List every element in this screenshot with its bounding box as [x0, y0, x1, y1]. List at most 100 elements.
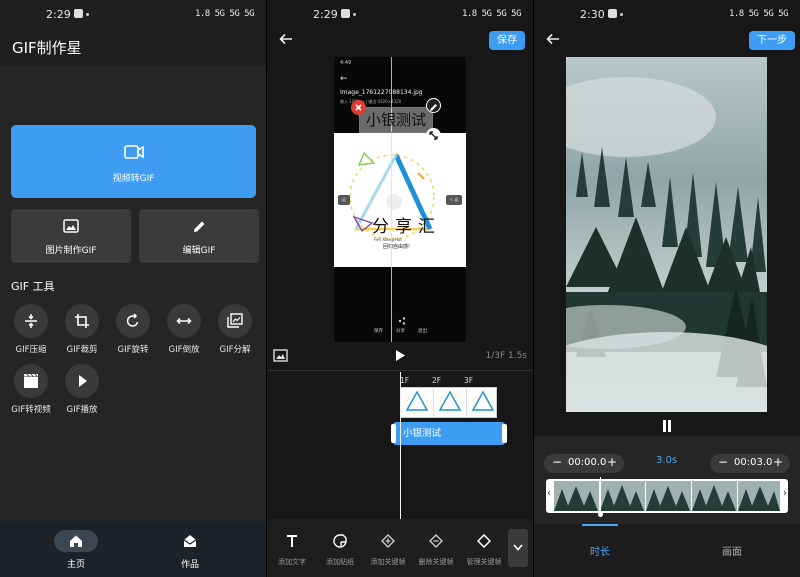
status-dot-icon: [620, 13, 623, 16]
tab-frame[interactable]: 画面: [722, 543, 742, 558]
image-icon: [63, 219, 79, 233]
toolbar-label: 添加关键帧: [370, 558, 406, 566]
compress-icon: [25, 314, 37, 328]
video-camera-icon: [124, 145, 144, 159]
image-icon[interactable]: [273, 349, 288, 362]
share-icon: [398, 317, 406, 325]
frame-thumbnail[interactable]: [467, 388, 499, 417]
tool-compress[interactable]: GIF压缩: [6, 304, 56, 355]
tool-label: GIF转视频: [11, 405, 51, 415]
end-time-value: 00:03.0: [734, 457, 773, 468]
frame-thumbnail[interactable]: [401, 388, 434, 417]
frame-thumbnails[interactable]: [400, 387, 497, 418]
add-keyframe-button[interactable]: 添加关键帧: [365, 533, 411, 567]
text-sticker[interactable]: 小银测试: [359, 107, 433, 133]
next-step-button[interactable]: 下一步: [749, 31, 795, 50]
nav-works-label: 作品: [180, 560, 199, 570]
tools-section-title: GIF 工具: [11, 280, 55, 293]
status-bar: 2:29 1.8 5G 5G 5G: [0, 0, 266, 28]
plus-icon[interactable]: +: [607, 455, 617, 469]
tool-split[interactable]: GIF分解: [210, 304, 260, 355]
playhead-dot[interactable]: [598, 512, 603, 517]
minus-icon[interactable]: −: [552, 455, 562, 469]
back-arrow-icon[interactable]: [279, 33, 293, 45]
tab-duration[interactable]: 时长: [590, 543, 610, 558]
timeline-playhead[interactable]: [400, 372, 401, 519]
nav-home-label: 主页: [66, 560, 85, 570]
track-left-handle[interactable]: [391, 424, 396, 443]
manage-keyframe-button[interactable]: 管理关键帧: [461, 533, 507, 567]
text-track[interactable]: 小银测试: [391, 422, 507, 445]
chevron-left-icon[interactable]: ‹: [547, 488, 551, 499]
end-time-stepper[interactable]: − 00:03.0 +: [710, 454, 790, 473]
tool-label: GIF裁剪: [66, 345, 98, 355]
video-to-gif-button[interactable]: 视频转GIF: [11, 125, 256, 198]
rotate-icon: [126, 313, 139, 327]
back-arrow-icon[interactable]: [546, 33, 560, 45]
chevron-right-icon[interactable]: ›: [783, 488, 787, 499]
home-screen: 2:29 1.8 5G 5G 5G GIF制作星 视频转GIF 图片制作GIF …: [0, 0, 266, 577]
preview-back-icon: ←: [340, 74, 348, 84]
active-tab-indicator: [582, 524, 618, 526]
preview-bottom-label: 退出: [418, 329, 427, 334]
duration-screen: 2:30 1.8 5G 5G 5G 下一步 − 00:00.0 + 3.0s −…: [534, 0, 800, 577]
add-sticker-button[interactable]: 添加贴纸: [317, 533, 363, 567]
video-filmstrip[interactable]: ‹ ›: [546, 477, 788, 517]
toolbar-expand-button[interactable]: [508, 529, 528, 567]
video-icon: [24, 373, 38, 388]
toolbar-label: 管理关键帧: [466, 558, 502, 566]
frame-thumbnail[interactable]: [434, 388, 467, 417]
frame-counter: 1/3F 1.5s: [485, 351, 527, 361]
nav-works[interactable]: 作品: [160, 530, 220, 570]
edit-gif-label: 编辑GIF: [182, 246, 216, 256]
forest-photo: [566, 57, 767, 412]
toolbar-label: 删除关键帧: [418, 558, 454, 566]
ruler-label: 3F: [464, 376, 474, 385]
preview-filename: Image_1761227088134.jpg: [340, 89, 423, 96]
notification-icon: [341, 9, 350, 18]
play-icon: [79, 375, 87, 387]
filmstrip-playhead[interactable]: [600, 477, 601, 515]
image-to-gif-label: 图片制作GIF: [45, 246, 97, 256]
duration-panel: − 00:00.0 + 3.0s − 00:03.0 + ‹ › 时长 画面: [534, 436, 800, 577]
split-icon: [227, 313, 243, 328]
plus-icon[interactable]: +: [773, 455, 783, 469]
preview-art-sub2: 回归自由感!: [383, 244, 411, 250]
tool-label: GIF分解: [219, 345, 251, 355]
tool-play[interactable]: GIF播放: [57, 364, 107, 415]
signal-icons: 1.8 5G 5G 5G: [461, 9, 522, 19]
resize-sticker-icon[interactable]: [426, 128, 441, 143]
minus-icon[interactable]: −: [718, 455, 728, 469]
duration-value: 3.0s: [656, 455, 678, 466]
preview-side-left: 返: [338, 195, 350, 205]
edit-gif-button[interactable]: 编辑GIF: [139, 209, 259, 263]
ruler-label: 1F: [400, 376, 410, 385]
edit-toolbar: 添加文字 添加贴纸 添加关键帧 删除关键帧 管理关键帧: [267, 519, 533, 577]
edit-sticker-icon[interactable]: [426, 98, 441, 113]
pause-icon[interactable]: [662, 420, 672, 432]
keyframe-remove-icon: [429, 534, 443, 548]
image-to-gif-button[interactable]: 图片制作GIF: [11, 209, 131, 263]
delete-keyframe-button[interactable]: 删除关键帧: [413, 533, 459, 567]
play-icon[interactable]: [394, 349, 406, 362]
tool-rotate[interactable]: GIF旋转: [108, 304, 158, 355]
filmstrip-frames: [554, 481, 780, 511]
tool-reverse[interactable]: GIF倒放: [159, 304, 209, 355]
inbox-icon: [183, 535, 197, 547]
tool-to-video[interactable]: GIF转视频: [6, 364, 56, 415]
signal-icons: 1.8 5G 5G 5G: [728, 9, 789, 19]
save-button[interactable]: 保存: [489, 31, 525, 50]
start-time-stepper[interactable]: − 00:00.0 +: [544, 454, 624, 473]
tool-crop[interactable]: GIF裁剪: [57, 304, 107, 355]
notification-icon: [74, 9, 83, 18]
crop-icon: [75, 314, 89, 328]
delete-sticker-icon[interactable]: [351, 100, 366, 115]
nav-home[interactable]: 主页: [46, 530, 106, 570]
home-content: 视频转GIF 图片制作GIF 编辑GIF GIF 工具 GIF压缩 GIF裁剪: [0, 66, 266, 522]
preview-side-right: < 返: [446, 195, 462, 205]
status-bar: 2:29 1.8 5G 5G 5G: [267, 0, 533, 28]
track-right-handle[interactable]: [502, 424, 507, 443]
add-text-button[interactable]: 添加文字: [269, 533, 315, 567]
text-track-label: 小银测试: [403, 428, 442, 439]
preview-meta: 输入 1080px | 输出 4320×4320: [340, 99, 402, 104]
